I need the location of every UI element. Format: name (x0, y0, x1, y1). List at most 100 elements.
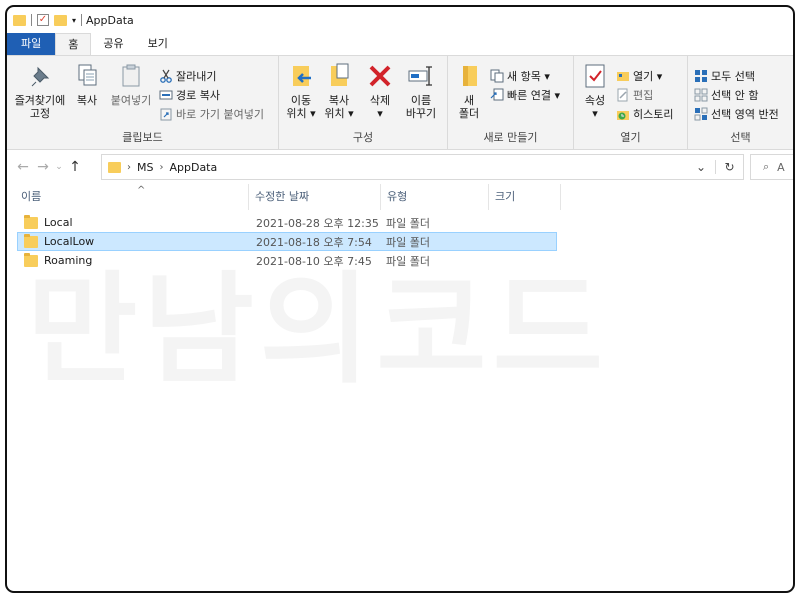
new-group-label: 새로 만들기 (483, 131, 538, 144)
open-folder-icon (616, 69, 630, 83)
clipboard-group: 즐겨찾기에 고정 복사 붙여넣기 잘라내기 경로 복사 바로 가기 붙여넣기 클… (7, 56, 279, 149)
column-size[interactable]: 크기 (491, 184, 561, 210)
paste-shortcut-button[interactable]: 바로 가기 붙여넣기 (159, 106, 264, 122)
invert-selection-icon (694, 107, 708, 121)
folder-icon (24, 214, 38, 229)
easy-access-button[interactable]: 빠른 연결 ▾ (490, 87, 560, 103)
file-type: 파일 폴더 (386, 235, 430, 249)
chevron-down-icon[interactable]: ⌄ (687, 160, 715, 174)
search-icon: ⌕ (763, 160, 770, 173)
paste-button[interactable]: 붙여넣기 (105, 62, 157, 107)
open-group-label: 열기 (620, 131, 641, 144)
column-name[interactable]: 이름 ^ (17, 184, 249, 210)
select-none-label: 선택 안 함 (711, 89, 759, 102)
tab-file[interactable]: 파일 (7, 33, 56, 55)
folder-icon (24, 252, 38, 267)
delete-button[interactable]: 삭제 ▾ (365, 62, 395, 120)
file-row-locallow[interactable]: LocalLow 2021-08-18 오후 7:54 파일 폴더 (17, 232, 557, 251)
tab-view[interactable]: 보기 (136, 33, 180, 55)
new-item-button[interactable]: 새 항목 ▾ (490, 68, 550, 84)
refresh-icon[interactable]: ↻ (715, 160, 743, 174)
move-to-icon (287, 62, 315, 90)
file-date: 2021-08-10 오후 7:45 (256, 254, 372, 268)
new-item-icon (490, 69, 504, 83)
properties-check-icon[interactable]: ✓ (37, 14, 49, 26)
ribbon-tabs: 파일 홈 공유 보기 (7, 33, 793, 55)
explorer-window: ✓ ▾ AppData 파일 홈 공유 보기 즐겨찾기에 고정 복사 붙여넣기 … (5, 5, 795, 593)
select-all-button[interactable]: 모두 선택 (694, 68, 755, 84)
open-group: 속성 ▾ 열기 ▾ 편집 히스토리 열기 (574, 56, 688, 149)
back-arrow-icon[interactable]: ← (13, 159, 33, 175)
breadcrumb-ms[interactable]: MS (137, 161, 153, 174)
search-box[interactable]: ⌕ A (750, 154, 793, 180)
new-folder-button[interactable]: 새 폴더 (454, 62, 484, 120)
forward-arrow-icon[interactable]: → (33, 159, 53, 175)
select-all-icon (694, 69, 708, 83)
file-name: Local (44, 216, 73, 229)
invert-selection-label: 선택 영역 반전 (711, 108, 779, 121)
file-type: 파일 폴더 (386, 216, 430, 230)
clipboard-group-label: 클립보드 (122, 131, 163, 144)
easy-access-label: 빠른 연결 ▾ (507, 89, 560, 102)
file-date: 2021-08-28 오후 12:35 (256, 216, 379, 230)
chevron-right-icon[interactable]: › (159, 162, 163, 173)
organize-group: 이동 위치 ▾ 복사 위치 ▾ 삭제 ▾ 이름 바꾸기 구성 (279, 56, 448, 149)
tab-share[interactable]: 공유 (91, 33, 135, 55)
chevron-right-icon[interactable]: › (127, 162, 131, 173)
cut-label: 잘라내기 (176, 70, 217, 83)
file-row-local[interactable]: Local 2021-08-28 오후 12:35 파일 폴더 (17, 213, 557, 232)
easy-access-icon (490, 88, 504, 102)
pin-label: 즐겨찾기에 고정 (14, 94, 66, 120)
copy-to-label: 복사 위치 ▾ (324, 94, 354, 120)
title-bar: ✓ ▾ AppData (7, 7, 793, 33)
column-type[interactable]: 유형 (383, 184, 489, 210)
history-button[interactable]: 히스토리 (616, 106, 673, 122)
select-none-icon (694, 88, 708, 102)
edit-button[interactable]: 편집 (616, 87, 653, 103)
customize-toolbar-icon[interactable]: ▾ (72, 16, 76, 25)
open-button[interactable]: 열기 ▾ (616, 68, 662, 84)
address-bar[interactable]: › MS › AppData ⌄ ↻ (101, 154, 744, 180)
recent-locations-icon[interactable]: ⌄ (53, 162, 65, 172)
file-name-cell: Local (24, 214, 73, 229)
select-none-button[interactable]: 선택 안 함 (694, 87, 758, 103)
new-group: 새 폴더 새 항목 ▾ 빠른 연결 ▾ 새로 만들기 (448, 56, 574, 149)
select-group-label: 선택 (730, 131, 751, 144)
copy-path-button[interactable]: 경로 복사 (159, 87, 220, 103)
tab-home[interactable]: 홈 (55, 33, 92, 55)
separator (31, 14, 32, 26)
select-group: 모두 선택 선택 안 함 선택 영역 반전 선택 (688, 56, 793, 149)
pin-to-quick-access-button[interactable]: 즐겨찾기에 고정 (9, 62, 71, 120)
move-to-button[interactable]: 이동 위치 ▾ (283, 62, 319, 120)
delete-x-icon (366, 62, 394, 90)
paste-icon (117, 62, 145, 90)
copy-button[interactable]: 복사 (71, 62, 103, 107)
address-actions: ⌄ ↻ (687, 155, 743, 179)
paste-shortcut-label: 바로 가기 붙여넣기 (176, 108, 264, 121)
scissors-icon (159, 69, 173, 83)
column-date-modified[interactable]: 수정한 날짜 (251, 184, 381, 210)
folder-icon (108, 161, 121, 173)
column-headers: 이름 ^ 수정한 날짜 유형 크기 (7, 184, 793, 210)
file-name: LocalLow (44, 235, 95, 248)
properties-button[interactable]: 속성 ▾ (580, 62, 610, 120)
new-item-label: 새 항목 ▾ (507, 70, 550, 83)
open-label: 열기 ▾ (633, 70, 663, 83)
search-input[interactable]: A (777, 161, 785, 174)
up-arrow-icon[interactable]: ↑ (65, 159, 85, 175)
file-type: 파일 폴더 (386, 254, 430, 268)
folder-icon (24, 233, 38, 248)
copy-icon (73, 62, 101, 90)
navigation-bar: ← → ⌄ ↑ › MS › AppData ⌄ ↻ ⌕ A (7, 150, 793, 184)
new-folder-quick-icon[interactable] (54, 14, 67, 26)
cut-button[interactable]: 잘라내기 (159, 68, 216, 84)
file-row-roaming[interactable]: Roaming 2021-08-10 오후 7:45 파일 폴더 (17, 251, 557, 270)
rename-icon (407, 62, 435, 90)
file-date: 2021-08-18 오후 7:54 (256, 235, 372, 249)
copy-to-button[interactable]: 복사 위치 ▾ (321, 62, 357, 120)
breadcrumb-appdata[interactable]: AppData (169, 161, 217, 174)
column-size-label: 크기 (495, 190, 516, 203)
rename-button[interactable]: 이름 바꾸기 (401, 62, 441, 120)
invert-selection-button[interactable]: 선택 영역 반전 (694, 106, 779, 122)
rename-label: 이름 바꾸기 (405, 94, 437, 120)
